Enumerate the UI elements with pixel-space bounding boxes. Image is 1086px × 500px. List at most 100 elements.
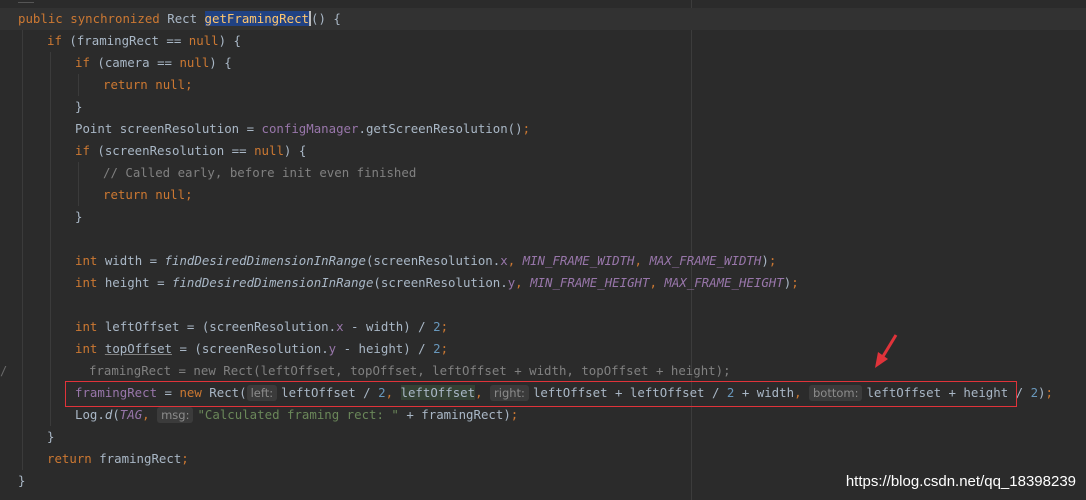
code-line[interactable]: if (camera == null) { xyxy=(0,52,1086,74)
keyword: int xyxy=(75,253,98,268)
code-line[interactable]: Point screenResolution = configManager.g… xyxy=(0,118,1086,140)
constant-name: MAX_FRAME_HEIGHT xyxy=(664,275,784,290)
code-text: ) { xyxy=(209,55,232,70)
keyword: null xyxy=(179,55,210,70)
closing-brace: } xyxy=(75,209,83,224)
code-text: ) xyxy=(761,253,769,268)
semicolon: ; xyxy=(181,451,189,466)
field-name: y xyxy=(328,341,337,356)
semicolon: ; xyxy=(440,319,449,334)
code-line[interactable]: framingRect = new Rect(leftOffset, topOf… xyxy=(0,360,1086,382)
field-name: configManager xyxy=(261,121,359,136)
code-editor[interactable]: / public synchronized Rect getFramingRec… xyxy=(0,0,1086,500)
semicolon: ; xyxy=(1045,385,1053,400)
keyword: int xyxy=(75,275,98,290)
keyword: return xyxy=(47,451,92,466)
constant-name: MIN_FRAME_HEIGHT xyxy=(530,275,650,290)
code-line[interactable] xyxy=(0,294,1086,316)
code-text: = (screenResolution. xyxy=(172,341,329,356)
fold-marker xyxy=(18,0,34,3)
keyword: public xyxy=(18,11,63,26)
code-line[interactable]: if (framingRect == null) { xyxy=(0,30,1086,52)
code-line[interactable]: if (screenResolution == null) { xyxy=(0,140,1086,162)
highlight-box xyxy=(65,381,1017,407)
keyword: if xyxy=(75,55,90,70)
code-line[interactable]: } xyxy=(0,96,1086,118)
operator: == xyxy=(157,55,172,70)
keyword: return xyxy=(103,77,148,92)
keyword: null xyxy=(188,33,219,48)
closing-brace: } xyxy=(47,429,55,444)
code-text: (camera xyxy=(89,55,158,70)
string-literal: "Calculated framing rect: " xyxy=(197,407,399,422)
code-text: (screenResolution. xyxy=(373,275,508,290)
semicolon: ; xyxy=(440,341,449,356)
constant-name: MAX_FRAME_WIDTH xyxy=(649,253,762,268)
static-method-call: findDesiredDimensionInRange xyxy=(164,253,366,268)
keyword: int xyxy=(75,319,98,334)
keyword: null xyxy=(254,143,284,158)
code-text: (screenResolution. xyxy=(365,253,501,268)
static-method-call: findDesiredDimensionInRange xyxy=(172,275,374,290)
semicolon: ; xyxy=(185,77,193,92)
number-literal: 2 xyxy=(433,319,441,334)
code-text: .getScreenResolution() xyxy=(358,121,523,136)
code-line[interactable]: int width = findDesiredDimensionInRange(… xyxy=(0,250,1086,272)
keyword: return xyxy=(103,187,148,202)
code-line[interactable]: int topOffset = (screenResolution.y - he… xyxy=(0,338,1086,360)
code-line[interactable]: int height = findDesiredDimensionInRange… xyxy=(0,272,1086,294)
semicolon: ; xyxy=(768,253,777,268)
operator: == xyxy=(166,33,182,48)
code-text: + framingRect) xyxy=(398,407,511,422)
keyword: null xyxy=(155,77,186,92)
code-line[interactable]: return framingRect; xyxy=(0,448,1086,470)
code-line[interactable]: // Called early, before init even finish… xyxy=(0,162,1086,184)
keyword: null xyxy=(155,187,186,202)
code-comment: framingRect = new Rect(leftOffset, topOf… xyxy=(89,363,731,378)
code-line[interactable]: Log.d(TAG, msg: "Calculated framing rect:… xyxy=(0,404,1086,426)
code-text: leftOffset = (screenResolution. xyxy=(97,319,337,334)
code-comment: // Called early, before init even finish… xyxy=(103,165,417,180)
code-line[interactable]: } xyxy=(0,206,1086,228)
comma: , xyxy=(507,253,523,268)
watermark: https://blog.csdn.net/qq_18398239 xyxy=(845,473,1076,490)
code-text: width = xyxy=(97,253,165,268)
field-name: x xyxy=(336,319,344,334)
code-text: ) xyxy=(1038,385,1046,400)
constant-name: TAG xyxy=(119,407,143,422)
code-text: ( xyxy=(112,407,120,422)
red-arrow-icon xyxy=(875,334,898,368)
code-text: - width) / xyxy=(343,319,434,334)
type-name: Rect xyxy=(167,11,198,26)
keyword: synchronized xyxy=(70,11,160,26)
code-text: (screenResolution xyxy=(89,143,232,158)
comma: , xyxy=(649,275,665,290)
code-text: height = xyxy=(97,275,172,290)
keyword: int xyxy=(75,341,98,356)
comma: , xyxy=(634,253,650,268)
code-line[interactable]: } xyxy=(0,426,1086,448)
code-line[interactable]: return null; xyxy=(0,74,1086,96)
code-text: Point screenResolution = xyxy=(75,121,262,136)
keyword: if xyxy=(47,33,62,48)
code-line[interactable]: public synchronized Rect getFramingRect(… xyxy=(0,8,1086,30)
code-line[interactable]: int leftOffset = (screenResolution.x - w… xyxy=(0,316,1086,338)
code-text: () { xyxy=(310,11,341,26)
code-text: ) { xyxy=(283,143,307,158)
number-literal: 2 xyxy=(433,341,441,356)
comma: , xyxy=(515,275,531,290)
keyword: if xyxy=(75,143,90,158)
semicolon: ; xyxy=(791,275,799,290)
code-text: (framingRect xyxy=(61,33,167,48)
semicolon: ; xyxy=(510,407,519,422)
closing-brace: } xyxy=(18,473,26,488)
number-literal: 2 xyxy=(1030,385,1039,400)
operator: == xyxy=(231,143,247,158)
code-text: framingRect xyxy=(91,451,182,466)
field-name: x xyxy=(500,253,508,268)
code-line[interactable] xyxy=(0,228,1086,250)
semicolon: ; xyxy=(185,187,193,202)
method-name[interactable]: getFramingRect xyxy=(204,11,309,26)
code-line[interactable]: return null; xyxy=(0,184,1086,206)
